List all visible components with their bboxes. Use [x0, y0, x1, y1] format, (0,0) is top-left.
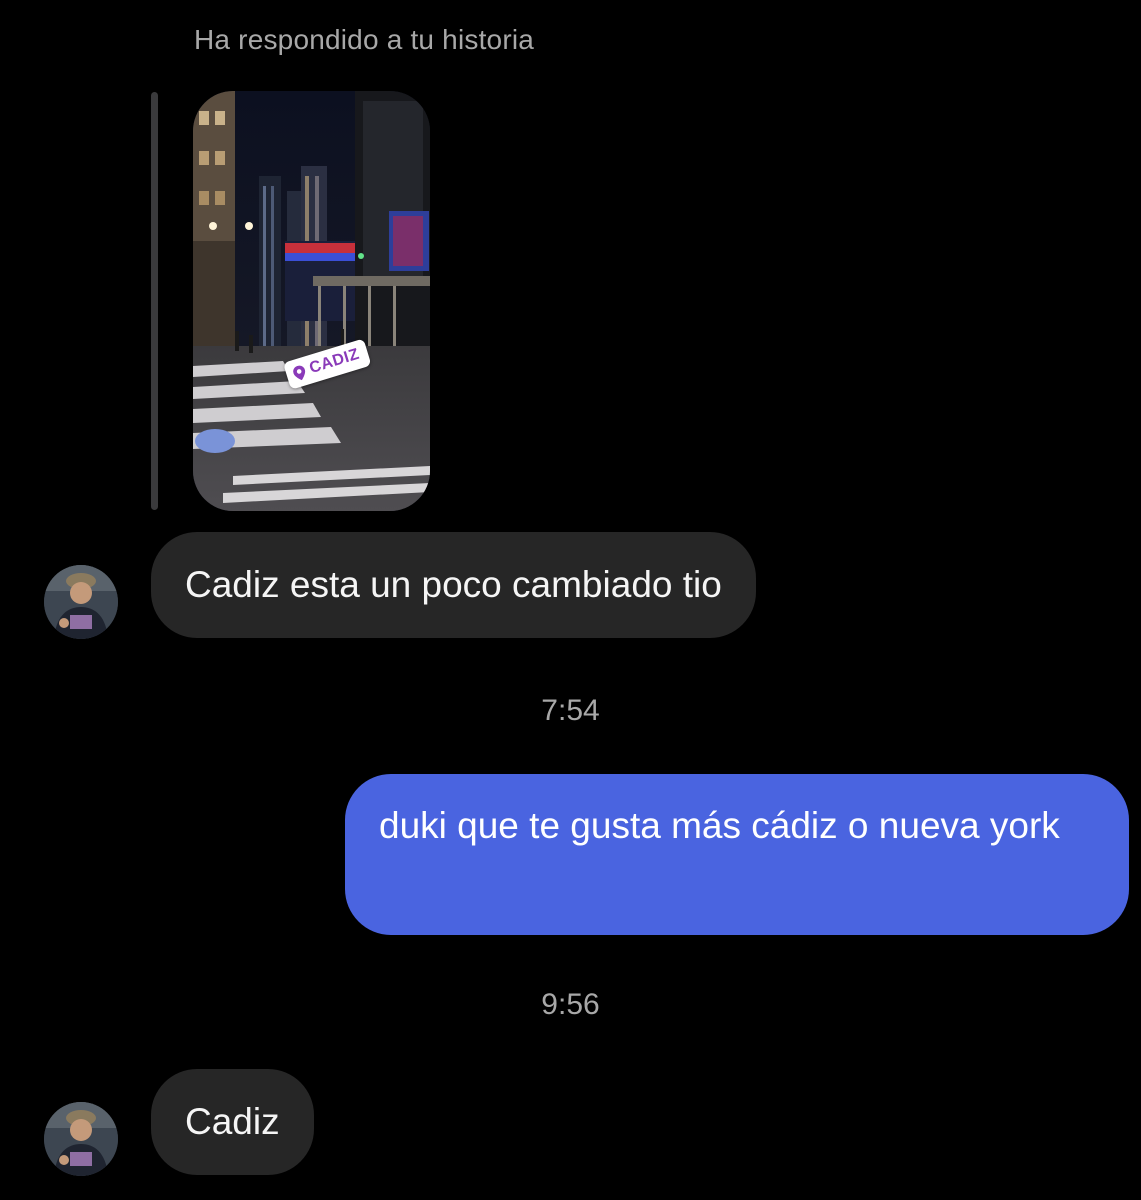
timestamp: 7:54	[541, 694, 600, 727]
location-pin-icon	[292, 364, 308, 382]
message-bubble-incoming[interactable]: Cadiz	[151, 1069, 314, 1175]
story-thumbnail[interactable]: CADIZ	[193, 91, 430, 511]
sender-avatar[interactable]	[44, 1102, 118, 1176]
story-reply-label: Ha respondido a tu historia	[194, 24, 535, 55]
message-bubble-incoming[interactable]: Cadiz esta un poco cambiado tio	[151, 532, 756, 638]
reply-quote-bar	[151, 92, 158, 510]
message-bubble-outgoing[interactable]: duki que te gusta más cádiz o nueva york	[345, 774, 1129, 935]
avatar-photo	[44, 565, 118, 639]
timestamp: 9:56	[541, 988, 600, 1021]
avatar-photo	[44, 1102, 118, 1176]
story-image	[193, 91, 430, 511]
sender-avatar[interactable]	[44, 565, 118, 639]
